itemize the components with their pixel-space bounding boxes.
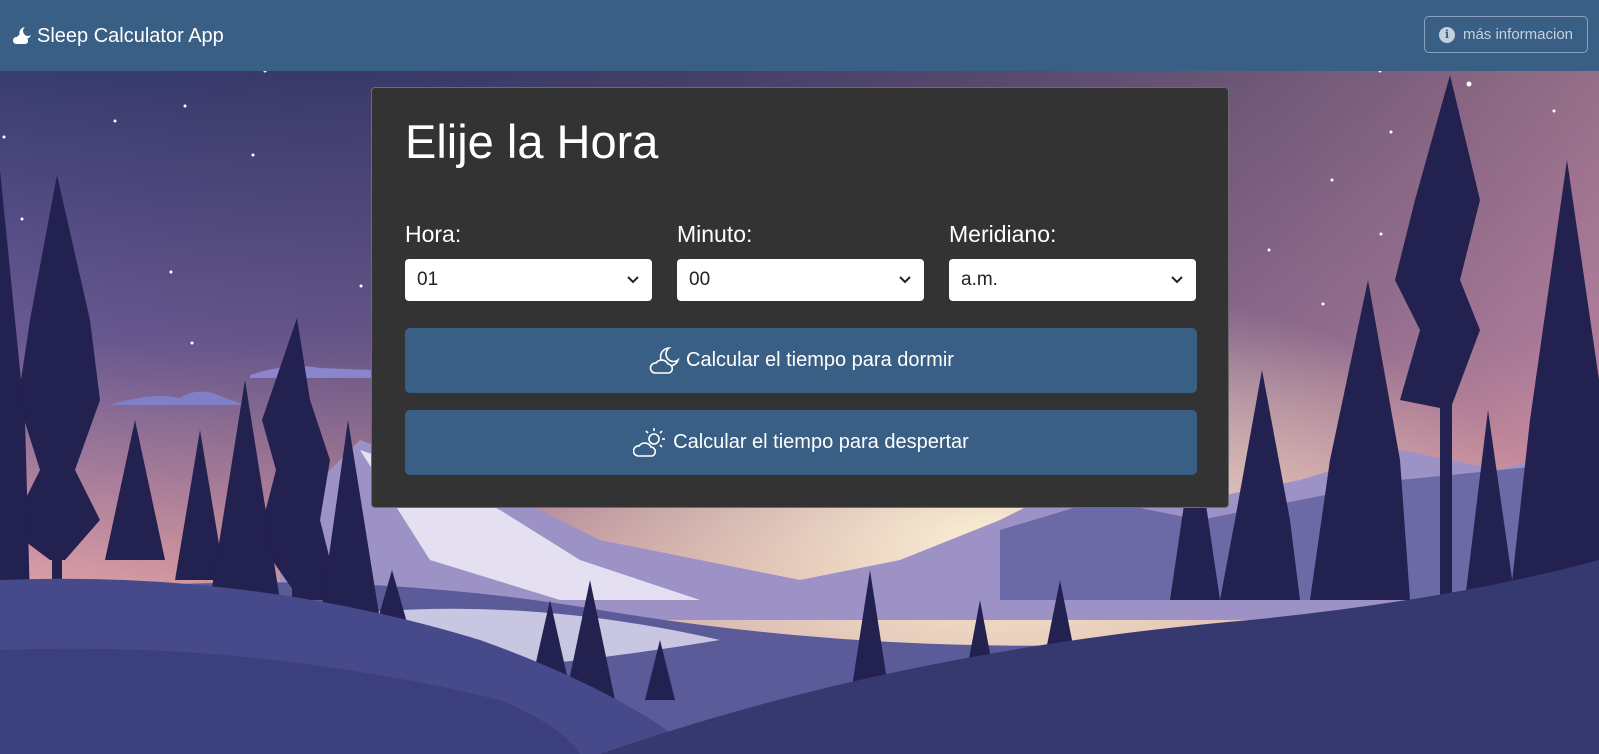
- meridian-select[interactable]: a.m.: [949, 259, 1196, 301]
- minute-value: 00: [689, 269, 711, 290]
- meridian-field: Meridiano: a.m.: [949, 218, 1196, 301]
- minute-select[interactable]: 00: [677, 259, 924, 301]
- meridian-label: Meridiano:: [949, 221, 1057, 247]
- minute-field: Minuto: 00: [677, 218, 924, 301]
- more-info-button[interactable]: i más informacion: [1424, 16, 1588, 53]
- minute-label: Minuto:: [677, 221, 753, 247]
- brand-name: Sleep Calculator App: [37, 24, 224, 47]
- calculate-sleep-button[interactable]: Calcular el tiempo para dormir: [405, 328, 1197, 393]
- cloud-moon-icon: [649, 346, 680, 374]
- brand-link[interactable]: Sleep Calculator App: [11, 22, 224, 50]
- hour-field: Hora: 01: [405, 218, 652, 301]
- meridian-value: a.m.: [961, 269, 998, 290]
- chevron-down-icon: [1171, 276, 1183, 284]
- time-picker-card: Elije la Hora Hora: 01 Minuto: 00 Meridi…: [371, 87, 1229, 508]
- calculate-sleep-label: Calcular el tiempo para dormir: [686, 349, 954, 371]
- card-title: Elije la Hora: [405, 115, 659, 168]
- cloud-sun-icon: [633, 427, 666, 457]
- chevron-down-icon: [899, 276, 911, 284]
- cloud-moon-icon: [12, 27, 31, 44]
- calculate-wake-label: Calcular el tiempo para despertar: [673, 431, 969, 453]
- chevron-down-icon: [627, 276, 639, 284]
- hour-label: Hora:: [405, 221, 462, 247]
- calculate-wake-button[interactable]: Calcular el tiempo para despertar: [405, 410, 1197, 475]
- info-circle-icon: i: [1438, 26, 1455, 43]
- hour-value: 01: [417, 269, 439, 290]
- more-info-label: más informacion: [1462, 26, 1574, 43]
- top-navbar: Sleep Calculator App i más informacion: [0, 0, 1599, 71]
- hour-select[interactable]: 01: [405, 259, 652, 301]
